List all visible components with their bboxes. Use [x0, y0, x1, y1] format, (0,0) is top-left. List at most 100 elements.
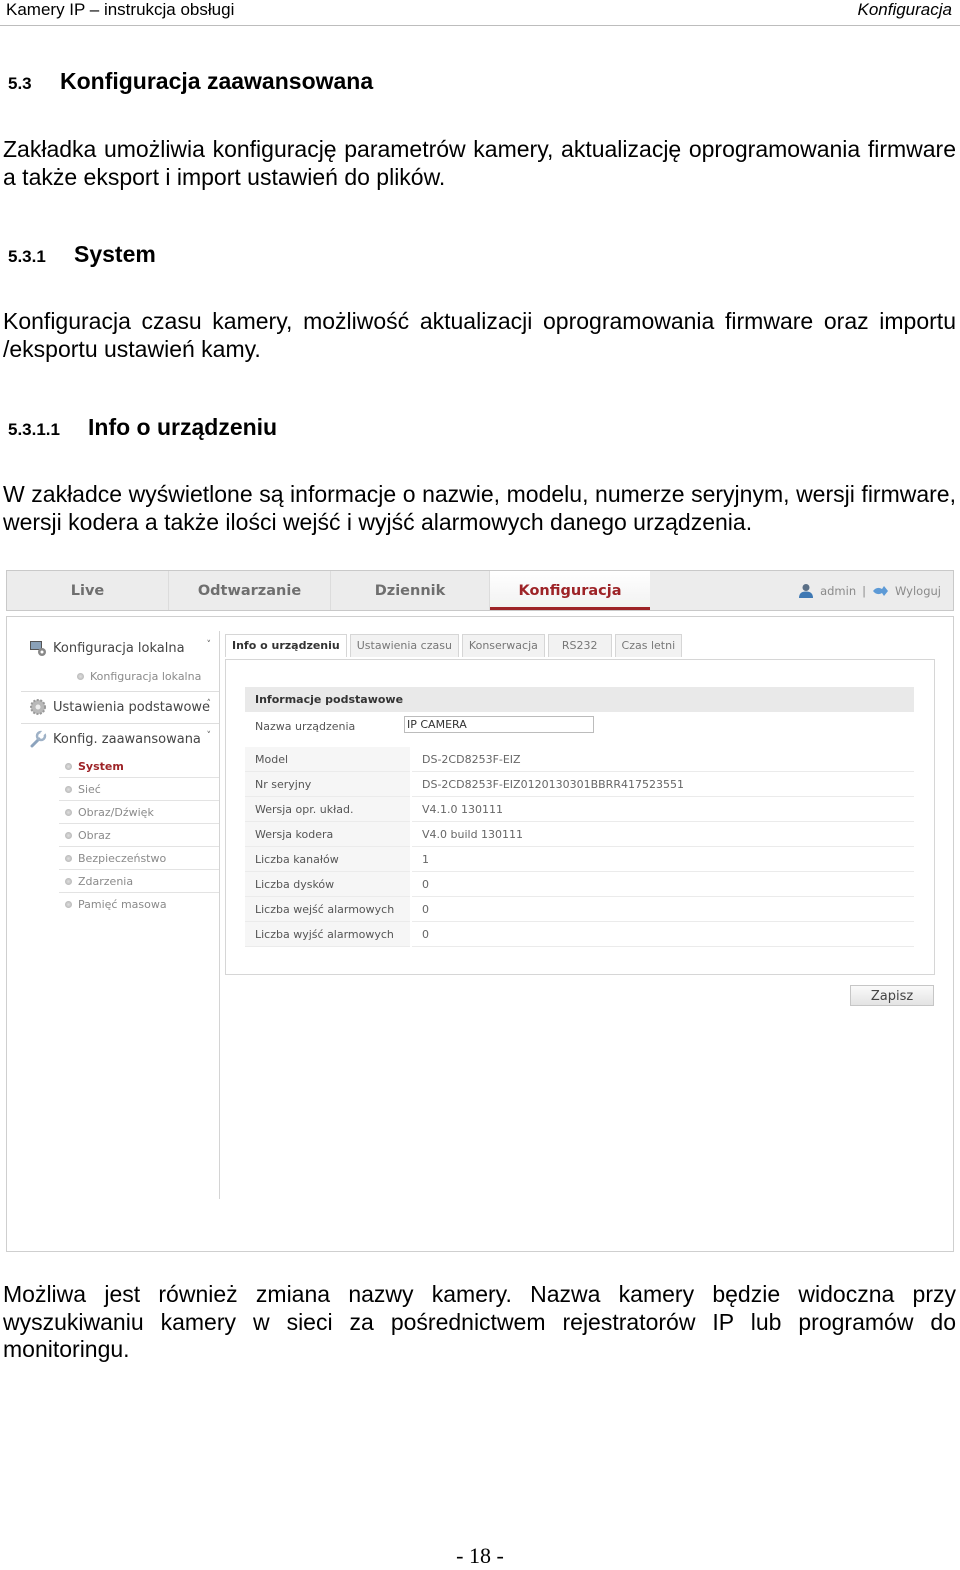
bullet-icon: [65, 785, 72, 793]
chevron-down-icon[interactable]: ˅: [207, 731, 212, 741]
device-name-input[interactable]: [404, 716, 594, 733]
page-header: Kamery IP – instrukcja obsługi Konfigura…: [0, 0, 960, 26]
sidebar-section-local-config[interactable]: Konfiguracja lokalna ˅: [21, 633, 219, 663]
device-info-panel: Informacje podstawowe Nazwa urządzenia M…: [225, 659, 935, 975]
subtab-rs232[interactable]: RS232: [547, 634, 612, 657]
gear-icon: [29, 698, 47, 716]
heading-number: 5.3.1.1: [8, 420, 60, 439]
sidebar-section-label: Ustawienia podstawowe: [53, 699, 211, 715]
nav-tab-log[interactable]: Dziennik: [331, 571, 490, 610]
info-label: Nr seryjny: [245, 771, 412, 797]
sidebar-section-label: Konfiguracja lokalna: [53, 640, 185, 656]
monitor-gear-icon: [29, 639, 47, 657]
camera-ui-screenshot: Live Odtwarzanie Dziennik Konfiguracja a…: [6, 570, 954, 1252]
bullet-icon: [65, 877, 72, 885]
info-value: DS-2CD8253F-EIZ0120130301BBRR417523551: [411, 771, 914, 797]
closing-paragraph: Możliwa jest również zmiana nazwy kamery…: [3, 1281, 956, 1362]
info-value: V4.1.0 130111: [411, 796, 914, 822]
heading-title: System: [74, 241, 156, 267]
sidebar-section-label: Konfig. zaawansowana: [53, 731, 201, 747]
nav-tab-playback[interactable]: Odtwarzanie: [169, 571, 331, 610]
info-label: Liczba dysków: [245, 871, 412, 897]
sidebar-item-label: System: [78, 759, 124, 773]
sidebar-item-events[interactable]: Zdarzenia: [59, 870, 219, 893]
heading-title: Info o urządzeniu: [88, 414, 278, 440]
bullet-icon: [65, 762, 72, 770]
table-row: Liczba wyjść alarmowych 0: [245, 921, 914, 947]
page-number: - 18 -: [456, 1543, 504, 1568]
chapter-title: Konfiguracja: [857, 0, 952, 19]
bullet-icon: [65, 808, 72, 816]
sidebar-item-label: Sieć: [78, 782, 101, 796]
sidebar: Konfiguracja lokalna ˅ Konfiguracja loka…: [21, 631, 220, 1199]
device-name-label: Nazwa urządzenia: [255, 720, 356, 733]
heading-5-3: 5.3 Konfiguracja zaawansowana: [8, 68, 373, 95]
panel-title: Informacje podstawowe: [245, 687, 914, 712]
device-info-paragraph: W zakładce wyświetlone są informacje o n…: [3, 481, 956, 535]
user-icon: [798, 583, 814, 598]
chevron-down-icon[interactable]: ˅: [207, 640, 212, 650]
sidebar-item-label: Obraz/Dźwięk: [78, 805, 154, 819]
sidebar-item-network[interactable]: Sieć: [59, 778, 219, 801]
info-value: V4.0 build 130111: [411, 821, 914, 847]
sidebar-item-system[interactable]: System: [59, 755, 219, 778]
separator: |: [862, 583, 866, 598]
sidebar-item-video-audio[interactable]: Obraz/Dźwięk: [59, 801, 219, 824]
sidebar-item-label: Obraz: [78, 828, 111, 842]
table-row: Nr seryjny DS-2CD8253F-EIZ0120130301BBRR4…: [245, 771, 914, 797]
info-value: DS-2CD8253F-EIZ: [411, 747, 914, 772]
sidebar-item-image[interactable]: Obraz: [59, 824, 219, 847]
info-label: Wersja opr. układ.: [245, 796, 412, 822]
chevron-up-icon[interactable]: ˄: [207, 699, 212, 709]
heading-number: 5.3: [8, 74, 32, 93]
logout-link[interactable]: Wyloguj: [895, 571, 941, 611]
device-info-table: Model DS-2CD8253F-EIZ Nr seryjny DS-2CD8253…: [245, 747, 914, 947]
sidebar-item-local-config[interactable]: Konfiguracja lokalna: [77, 670, 201, 683]
nav-tab-configuration[interactable]: Konfiguracja: [490, 571, 650, 610]
sidebar-section-basic-settings[interactable]: Ustawienia podstawowe ˄: [21, 692, 219, 722]
bullet-icon: [65, 854, 72, 862]
content-frame: Konfiguracja lokalna ˅ Konfiguracja loka…: [6, 616, 954, 1252]
info-label: Wersja kodera: [245, 821, 412, 847]
sidebar-item-label: Pamięć masowa: [78, 897, 167, 911]
wrench-icon: [29, 730, 47, 748]
info-value: 0: [411, 871, 914, 897]
subtab-bar: Info o urządzeniu Ustawienia czasu Konse…: [225, 634, 685, 658]
info-label: Liczba wejść alarmowych: [245, 896, 412, 922]
info-label: Liczba kanałów: [245, 846, 412, 872]
bullet-icon: [65, 831, 72, 839]
table-row: Wersja opr. układ. V4.1.0 130111: [245, 796, 914, 822]
nav-tab-live[interactable]: Live: [7, 571, 169, 610]
table-row: Model DS-2CD8253F-EIZ: [245, 747, 914, 772]
heading-title: Konfiguracja zaawansowana: [60, 68, 374, 94]
document-title: Kamery IP – instrukcja obsługi: [6, 0, 235, 19]
heading-5-3-1: 5.3.1 System: [8, 241, 156, 268]
info-value: 0: [411, 921, 914, 947]
info-label: Liczba wyjść alarmowych: [245, 921, 412, 947]
logout-icon: [872, 585, 889, 596]
table-row: Liczba wejść alarmowych 0: [245, 896, 914, 922]
sidebar-item-security[interactable]: Bezpieczeństwo: [59, 847, 219, 870]
sidebar-section-advanced-config[interactable]: Konfig. zaawansowana ˅: [21, 724, 219, 754]
sidebar-item-label: Konfiguracja lokalna: [90, 670, 202, 683]
table-row: Wersja kodera V4.0 build 130111: [245, 821, 914, 847]
save-button[interactable]: Zapisz: [850, 985, 934, 1006]
bullet-icon: [77, 673, 84, 680]
sidebar-item-storage[interactable]: Pamięć masowa: [59, 893, 219, 915]
intro-paragraph: Zakładka umożliwia konfigurację parametr…: [3, 136, 956, 190]
device-name-row: Nazwa urządzenia: [245, 712, 914, 740]
top-navigation: Live Odtwarzanie Dziennik Konfiguracja a…: [6, 570, 954, 611]
subtab-maintenance[interactable]: Konserwacja: [461, 634, 545, 657]
heading-5-3-1-1: 5.3.1.1 Info o urządzeniu: [8, 414, 277, 441]
info-value: 0: [411, 896, 914, 922]
sidebar-item-label: Zdarzenia: [78, 874, 134, 888]
table-row: Liczba dysków 0: [245, 871, 914, 897]
table-row: Liczba kanałów 1: [245, 846, 914, 872]
username[interactable]: admin: [820, 571, 856, 611]
subtab-time-settings[interactable]: Ustawienia czasu: [349, 634, 459, 657]
sidebar-item-label: Bezpieczeństwo: [78, 851, 167, 865]
info-value: 1: [411, 846, 914, 872]
user-area: admin | Wyloguj: [798, 571, 941, 610]
subtab-device-info[interactable]: Info o urządzeniu: [225, 634, 347, 657]
subtab-dst[interactable]: Czas letni: [614, 634, 683, 657]
